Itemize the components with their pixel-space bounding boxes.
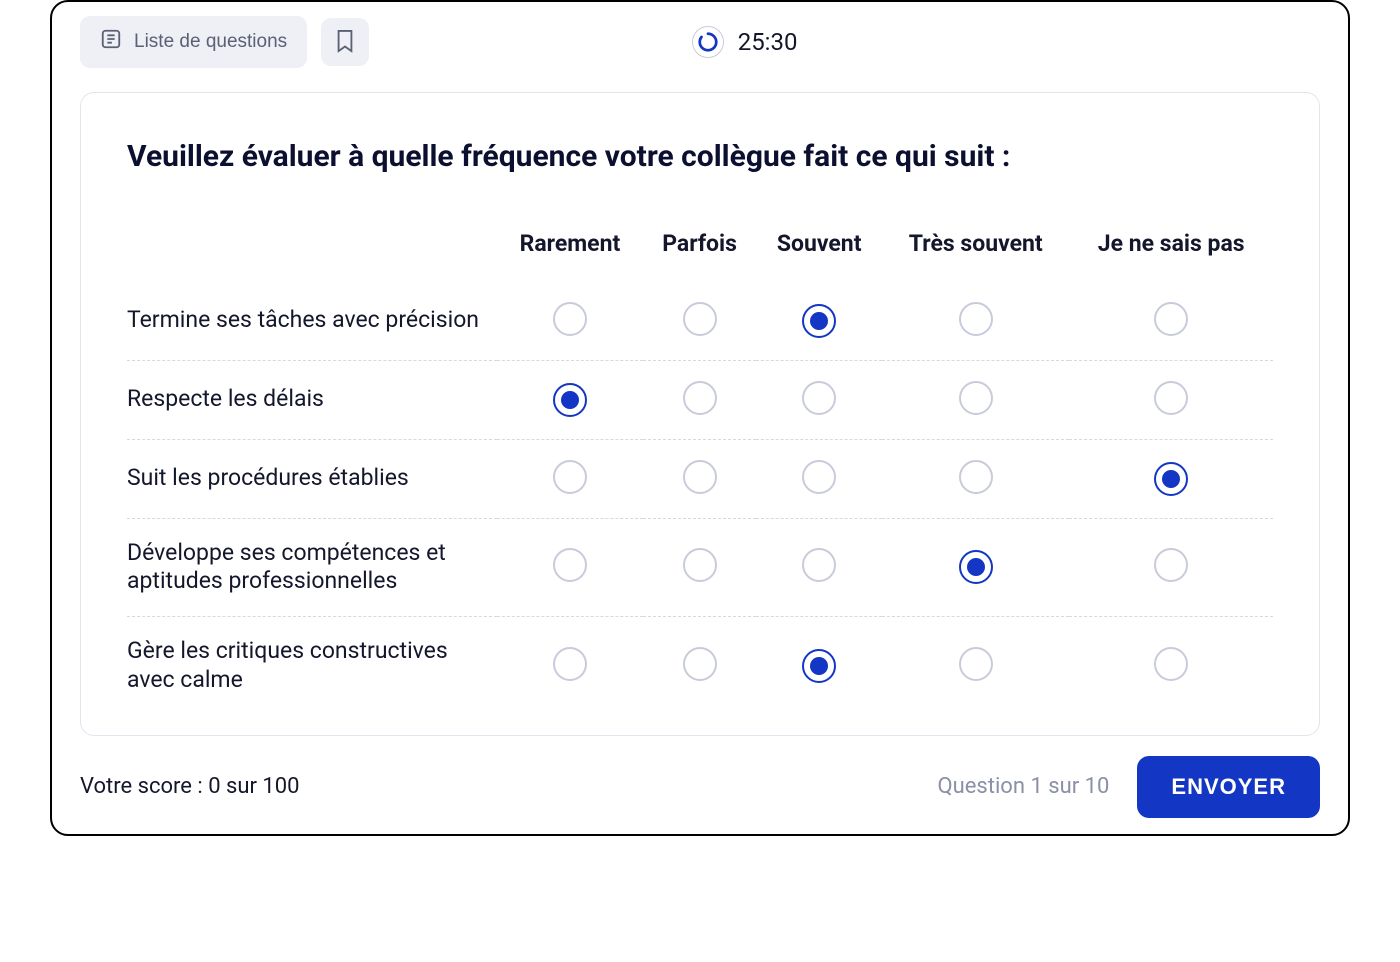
radio-cell xyxy=(643,518,756,617)
radio-option[interactable] xyxy=(1154,647,1188,681)
column-header: Rarement xyxy=(497,220,643,282)
table-row: Respecte les délais xyxy=(127,360,1273,439)
column-header: Souvent xyxy=(756,220,882,282)
radio-cell xyxy=(882,439,1069,518)
radio-option[interactable] xyxy=(683,381,717,415)
radio-cell xyxy=(643,282,756,361)
radio-option[interactable] xyxy=(959,460,993,494)
bookmark-button[interactable] xyxy=(321,18,369,66)
row-label: Termine ses tâches avec précision xyxy=(127,282,497,361)
radio-option[interactable] xyxy=(683,302,717,336)
radio-option[interactable] xyxy=(959,302,993,336)
radio-option[interactable] xyxy=(553,548,587,582)
question-list-button[interactable]: Liste de questions xyxy=(80,16,307,68)
top-bar: Liste de questions 25:30 xyxy=(52,2,1348,68)
row-label: Suit les procédures établies xyxy=(127,439,497,518)
question-list-label: Liste de questions xyxy=(134,31,287,53)
radio-option[interactable] xyxy=(1154,462,1188,496)
radio-cell xyxy=(643,360,756,439)
radio-option[interactable] xyxy=(683,460,717,494)
radio-option[interactable] xyxy=(553,383,587,417)
list-icon xyxy=(100,28,122,56)
submit-button[interactable]: ENVOYER xyxy=(1137,756,1320,818)
radio-option[interactable] xyxy=(959,647,993,681)
radio-cell xyxy=(1069,282,1273,361)
radio-cell xyxy=(1069,439,1273,518)
radio-cell xyxy=(497,518,643,617)
radio-option[interactable] xyxy=(1154,548,1188,582)
question-card: Veuillez évaluer à quelle fréquence votr… xyxy=(80,92,1320,736)
score-text: Votre score : 0 sur 100 xyxy=(80,774,300,799)
bottom-bar: Votre score : 0 sur 100 Question 1 sur 1… xyxy=(52,736,1348,826)
radio-option[interactable] xyxy=(802,548,836,582)
table-row: Développe ses compétences et aptitudes p… xyxy=(127,518,1273,617)
likert-matrix: Rarement Parfois Souvent Très souvent Je… xyxy=(127,220,1273,715)
radio-cell xyxy=(1069,617,1273,715)
radio-cell xyxy=(882,617,1069,715)
radio-cell xyxy=(882,518,1069,617)
table-row: Suit les procédures établies xyxy=(127,439,1273,518)
radio-option[interactable] xyxy=(802,460,836,494)
column-header: Parfois xyxy=(643,220,756,282)
radio-cell xyxy=(882,360,1069,439)
radio-cell xyxy=(756,439,882,518)
timer-value: 25:30 xyxy=(738,28,798,56)
radio-cell xyxy=(1069,360,1273,439)
radio-cell xyxy=(756,360,882,439)
row-label: Développe ses compétences et aptitudes p… xyxy=(127,518,497,617)
radio-option[interactable] xyxy=(553,302,587,336)
app-container: Liste de questions 25:30 Veuillez évalue… xyxy=(50,0,1350,836)
radio-cell xyxy=(756,518,882,617)
progress-text: Question 1 sur 10 xyxy=(937,774,1109,799)
radio-cell xyxy=(643,439,756,518)
table-row: Termine ses tâches avec précision xyxy=(127,282,1273,361)
radio-option[interactable] xyxy=(683,647,717,681)
timer-icon xyxy=(692,26,724,58)
radio-option[interactable] xyxy=(1154,381,1188,415)
radio-option[interactable] xyxy=(959,381,993,415)
radio-cell xyxy=(1069,518,1273,617)
radio-option[interactable] xyxy=(553,460,587,494)
bookmark-icon xyxy=(334,28,356,57)
column-header: Très souvent xyxy=(882,220,1069,282)
column-header: Je ne sais pas xyxy=(1069,220,1273,282)
radio-option[interactable] xyxy=(802,304,836,338)
question-title: Veuillez évaluer à quelle fréquence votr… xyxy=(127,139,1273,174)
radio-cell xyxy=(756,282,882,361)
radio-cell xyxy=(882,282,1069,361)
timer: 25:30 xyxy=(383,26,1106,58)
radio-cell xyxy=(497,617,643,715)
radio-option[interactable] xyxy=(802,381,836,415)
radio-option[interactable] xyxy=(959,550,993,584)
row-label: Gère les critiques constructives avec ca… xyxy=(127,617,497,715)
radio-option[interactable] xyxy=(1154,302,1188,336)
radio-cell xyxy=(643,617,756,715)
radio-option[interactable] xyxy=(802,649,836,683)
radio-option[interactable] xyxy=(683,548,717,582)
radio-cell xyxy=(756,617,882,715)
radio-option[interactable] xyxy=(553,647,587,681)
header-row: Rarement Parfois Souvent Très souvent Je… xyxy=(127,220,1273,282)
table-row: Gère les critiques constructives avec ca… xyxy=(127,617,1273,715)
row-label: Respecte les délais xyxy=(127,360,497,439)
radio-cell xyxy=(497,282,643,361)
radio-cell xyxy=(497,439,643,518)
radio-cell xyxy=(497,360,643,439)
